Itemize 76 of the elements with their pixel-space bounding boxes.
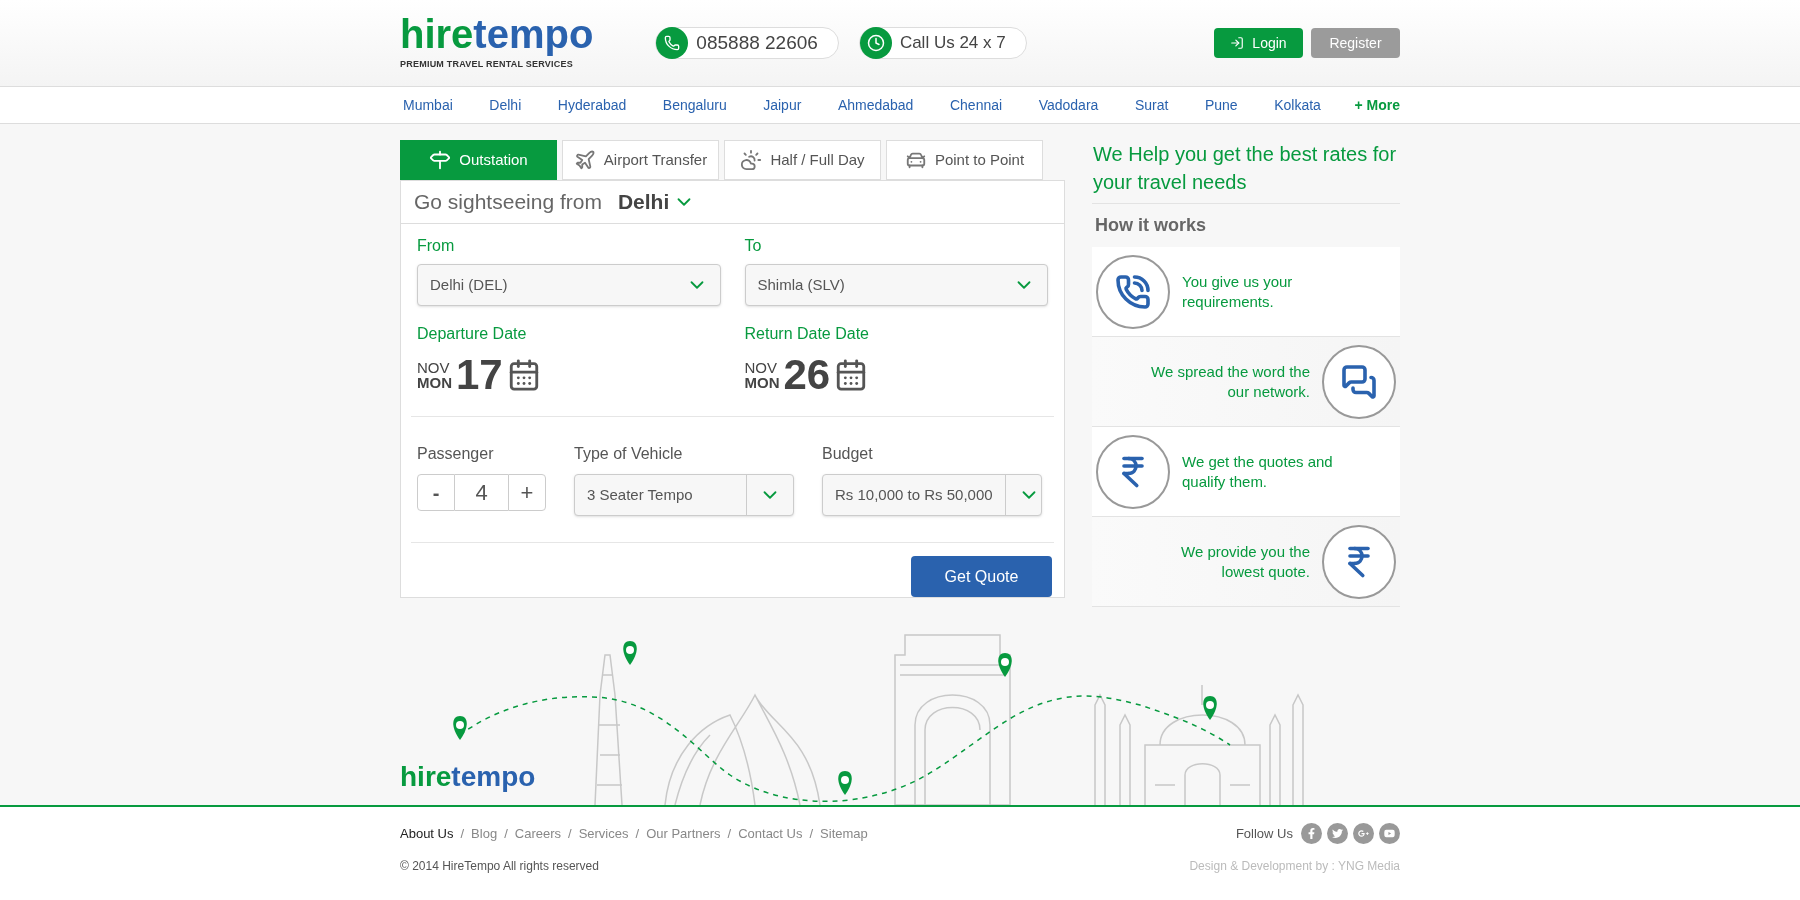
plane-icon	[573, 149, 596, 171]
field-label: Type of Vehicle	[574, 444, 684, 464]
logo[interactable]: hiretempo	[400, 763, 536, 791]
weekday-text: MON	[417, 375, 452, 390]
facebook-icon[interactable]	[1301, 823, 1322, 844]
signpost-icon	[429, 149, 452, 171]
city-link[interactable]: Mumbai	[400, 94, 456, 116]
day-number: 17	[456, 354, 503, 396]
city-link[interactable]: Surat	[1131, 94, 1172, 116]
city-link[interactable]: Hyderabad	[554, 94, 630, 116]
get-quote-button[interactable]: Get Quote	[911, 556, 1052, 597]
tab[interactable]: Airport Transfer	[562, 140, 719, 180]
phone-icon	[656, 27, 689, 59]
footer-link[interactable]: Our Partners	[646, 823, 721, 844]
more-link[interactable]: + More	[1354, 94, 1400, 116]
separator: /	[503, 824, 509, 843]
month-text: NOV	[417, 360, 451, 375]
footer-link[interactable]: Services	[578, 823, 629, 844]
city-link[interactable]: Kolkata	[1271, 94, 1324, 116]
field-label: To	[744, 236, 763, 256]
step-text: You give us your requirements.	[1182, 271, 1294, 312]
day-number: 26	[783, 354, 831, 396]
footer-link[interactable]: Contact Us	[738, 823, 803, 844]
city-link[interactable]: Vadodara	[1035, 94, 1102, 116]
sun-cloud-icon	[740, 149, 763, 171]
separator: /	[567, 824, 573, 843]
credit-text: Design & Development by : YNG Media	[1189, 858, 1400, 875]
city-link[interactable]: Ahmedabad	[834, 94, 917, 116]
support-pill[interactable]: Call Us 24 x 7	[858, 27, 1027, 59]
tab[interactable]: Half / Full Day	[724, 140, 881, 180]
city-link[interactable]: Jaipur	[760, 94, 805, 116]
follow-us-label: Follow Us	[1235, 824, 1293, 843]
clock-icon	[859, 27, 892, 59]
increment-button[interactable]: +	[508, 474, 546, 511]
city-link[interactable]: Chennai	[946, 94, 1006, 116]
field-label: Budget	[822, 444, 874, 464]
from-select[interactable]: Delhi (DEL)	[417, 264, 721, 306]
vehicle-select[interactable]: 3 Seater Tempo	[574, 474, 794, 516]
step-text: We get the quotes and qualify them.	[1182, 451, 1334, 492]
city-link[interactable]: Bengaluru	[659, 94, 730, 116]
separator: /	[726, 824, 733, 843]
footer-link[interactable]: Careers	[514, 823, 561, 844]
how-it-works-heading: How it works	[1094, 214, 1207, 237]
footer-link[interactable]: Sitemap	[820, 823, 868, 844]
to-select[interactable]: Shimla (SLV)	[744, 264, 1048, 306]
phone-pill[interactable]: 085888 22606	[655, 27, 839, 59]
city-link[interactable]: Pune	[1201, 94, 1241, 116]
budget-select[interactable]: Rs 10,000 to Rs 50,000	[822, 474, 1042, 516]
form-title: Go sightseeing from	[414, 189, 602, 216]
google-plus-icon[interactable]	[1353, 823, 1374, 844]
login-icon	[1230, 36, 1245, 50]
field-label: Passenger	[417, 444, 495, 464]
separator: /	[459, 824, 466, 843]
logo[interactable]: hiretempo PREMIUM TRAVEL RENTAL SERVICES	[400, 14, 594, 72]
city-link[interactable]: Delhi	[486, 94, 525, 116]
decrement-button[interactable]: -	[417, 474, 455, 511]
field-label: Departure Date	[417, 324, 528, 344]
passenger-count[interactable]: 4	[455, 474, 508, 511]
field-label: Return Date Date	[744, 324, 870, 344]
weekday-text: MON	[744, 375, 780, 390]
twitter-icon[interactable]	[1327, 823, 1348, 844]
footer-link[interactable]: About Us	[400, 823, 454, 844]
youtube-icon[interactable]	[1379, 823, 1400, 844]
city-dropdown[interactable]: Delhi	[617, 186, 696, 218]
login-button[interactable]: Login	[1214, 28, 1303, 58]
step-text: We spread the word the our network.	[1150, 361, 1310, 402]
tab[interactable]: Outstation	[400, 140, 557, 180]
copyright-text: © 2014 HireTempo All rights reserved	[400, 858, 599, 875]
separator: /	[634, 824, 641, 843]
field-label: From	[417, 236, 456, 256]
tab[interactable]: Point to Point	[886, 140, 1043, 180]
separator: /	[808, 824, 815, 843]
step-text: We provide you the lowest quote.	[1180, 541, 1310, 582]
aside-heading: We Help you get the best rates for your travel needs	[1092, 140, 1400, 204]
month-text: NOV	[744, 360, 778, 375]
footer-link[interactable]: Blog	[471, 823, 498, 844]
